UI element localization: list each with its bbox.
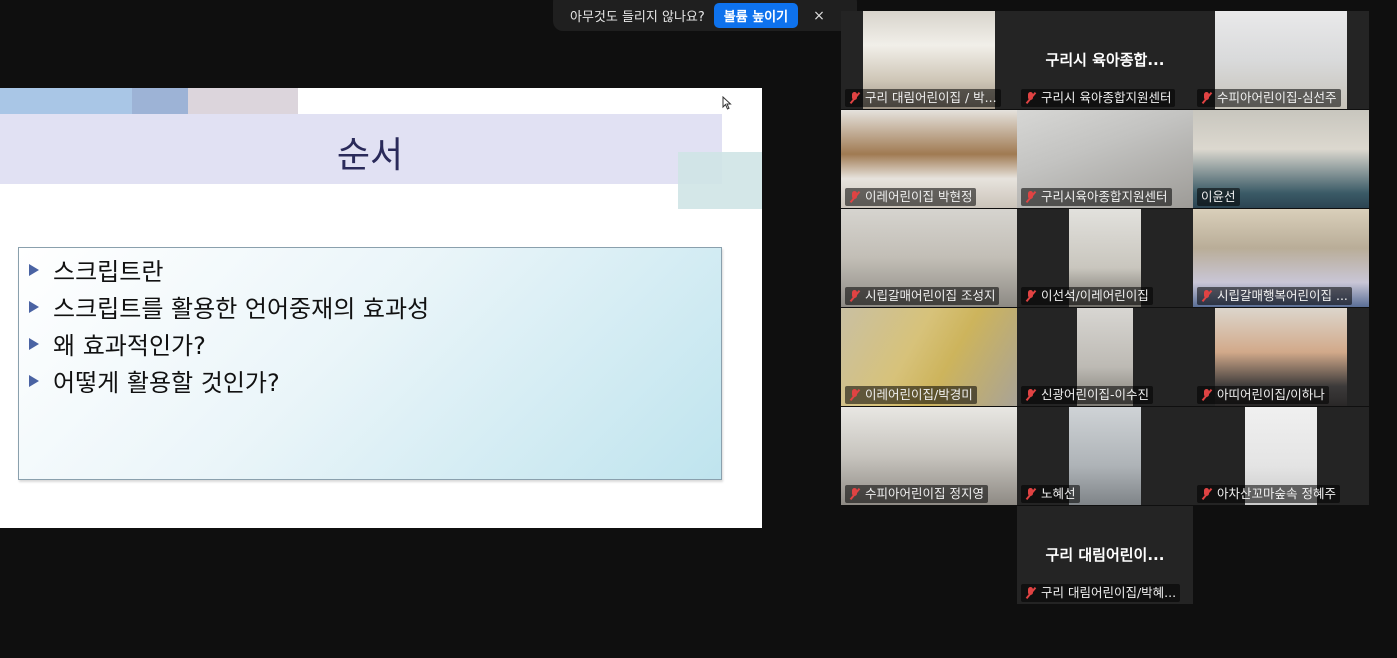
bullet-text: 스크립트를 활용한 언어중재의 효과성: [53, 295, 430, 323]
bullet-arrow-icon: [29, 300, 39, 313]
muted-mic-icon: [1025, 488, 1037, 500]
participant-name-label: 이레어린이집/박경미: [845, 386, 977, 404]
participant-name-label: 아띠어린이집/이하나: [1197, 386, 1329, 404]
participant-video-tile[interactable]: 구리 대림어린이집 / 박...: [841, 11, 1017, 109]
slide-bullet: 왜 효과적인가?: [29, 326, 206, 361]
muted-mic-icon: [1201, 488, 1213, 500]
participant-video-tile[interactable]: 노혜선: [1017, 407, 1193, 505]
participant-video-tile[interactable]: 시립갈매어린이집 조성지: [841, 209, 1017, 307]
bullet-text: 어떻게 활용할 것인가?: [53, 369, 280, 397]
participant-video-tile[interactable]: 시립갈매행복어린이집 ...: [1193, 209, 1369, 307]
participant-video-tile[interactable]: 아띠어린이집/이하나: [1193, 308, 1369, 406]
increase-volume-button[interactable]: 볼륨 높이기: [713, 3, 799, 28]
bullet-arrow-icon: [29, 374, 39, 387]
muted-mic-icon: [1025, 92, 1037, 104]
muted-mic-icon: [1025, 389, 1037, 401]
audio-help-banner: 아무것도 들리지 않나요? 볼륨 높이기 ×: [553, 0, 857, 31]
bullet-text: 왜 효과적인가?: [53, 332, 206, 360]
participant-video-tile[interactable]: 구리 대림어린이... 구리 대림어린이집/박혜...: [1017, 506, 1193, 604]
participant-name-label: 시립갈매어린이집 조성지: [845, 287, 1000, 305]
participant-video-tile[interactable]: 이선석/이레어린이집: [1017, 209, 1193, 307]
participant-name-label: 수피아어린이집 정지영: [845, 485, 988, 503]
participant-display-name: 구리시 육아종합...: [1045, 51, 1165, 69]
muted-mic-icon: [1201, 290, 1213, 302]
video-feed: [1069, 407, 1141, 505]
banner-message: 아무것도 들리지 않나요?: [570, 10, 705, 25]
mouse-cursor-icon: [722, 96, 732, 110]
participant-video-tile[interactable]: 구리시육아종합지원센터: [1017, 110, 1193, 208]
muted-mic-icon: [849, 290, 861, 302]
participant-name-label: 수피아어린이집-심선주: [1197, 89, 1341, 107]
participant-name-label: 노혜선: [1021, 485, 1080, 503]
muted-mic-icon: [1025, 191, 1037, 203]
participant-video-tile[interactable]: 아차산꼬마숲속 정혜주: [1193, 407, 1369, 505]
participant-name-label: 구리시 육아종합지원센터: [1021, 89, 1176, 107]
participant-name-label: 구리 대림어린이집 / 박...: [845, 89, 1001, 107]
slide-bullet: 스크립트를 활용한 언어중재의 효과성: [29, 289, 429, 324]
participant-name-label: 이선석/이레어린이집: [1021, 287, 1153, 305]
slide-content-box: 스크립트란 스크립트를 활용한 언어중재의 효과성 왜 효과적인가? 어떻게 활…: [18, 247, 722, 480]
bullet-arrow-icon: [29, 263, 39, 276]
slide-title: 순서: [336, 135, 404, 176]
muted-mic-icon: [849, 191, 861, 203]
muted-mic-icon: [849, 389, 861, 401]
slide-bullet: 어떻게 활용할 것인가?: [29, 363, 280, 398]
bullet-arrow-icon: [29, 337, 39, 350]
muted-mic-icon: [1025, 290, 1037, 302]
participant-name-label: 이레어린이집 박현정: [845, 188, 977, 206]
participant-video-tile[interactable]: 수피아어린이집-심선주: [1193, 11, 1369, 109]
shared-screen-slide: 순서 스크립트란 스크립트를 활용한 언어중재의 효과성 왜 효과적인가? 어떻…: [0, 88, 762, 528]
participant-video-tile-active-speaker[interactable]: 이윤선: [1193, 110, 1369, 208]
participant-video-tile[interactable]: 구리시 육아종합... 구리시 육아종합지원센터: [1017, 11, 1193, 109]
close-banner-button[interactable]: ×: [813, 8, 825, 24]
muted-mic-icon: [849, 92, 861, 104]
participant-name-label: 신광어린이집-이수진: [1021, 386, 1154, 404]
participant-name-label: 구리 대림어린이집/박혜...: [1021, 584, 1181, 602]
participant-name-label: 구리시육아종합지원센터: [1021, 188, 1172, 206]
participant-video-tile[interactable]: 신광어린이집-이수진: [1017, 308, 1193, 406]
slide-bullet: 스크립트란: [29, 252, 163, 287]
muted-mic-icon: [1201, 92, 1213, 104]
muted-mic-icon: [1025, 587, 1037, 599]
muted-mic-icon: [849, 488, 861, 500]
bullet-text: 스크립트란: [53, 258, 164, 286]
participant-name-label: 아차산꼬마숲속 정혜주: [1197, 485, 1340, 503]
participant-video-tile[interactable]: 수피아어린이집 정지영: [841, 407, 1017, 505]
muted-mic-icon: [1201, 389, 1213, 401]
participant-video-tile[interactable]: 이레어린이집 박현정: [841, 110, 1017, 208]
participant-name-label: 시립갈매행복어린이집 ...: [1197, 287, 1352, 305]
participant-name-label: 이윤선: [1197, 188, 1240, 206]
participant-video-tile[interactable]: 이레어린이집/박경미: [841, 308, 1017, 406]
participant-display-name: 구리 대림어린이...: [1045, 546, 1165, 564]
